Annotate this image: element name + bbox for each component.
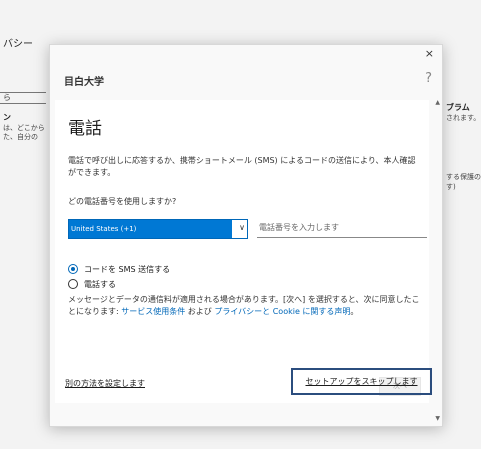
- notice-text: 。: [350, 307, 359, 316]
- data-charges-notice: メッセージとデータの通信料が適用される場合があります。[次へ] を選択すると、次…: [68, 294, 423, 318]
- country-code-select[interactable]: United States (+1) ∨: [68, 219, 248, 239]
- phone-number-input[interactable]: 電話番号を入力します: [257, 219, 427, 238]
- organization-name: 目白大学: [64, 77, 104, 88]
- notice-text: および: [185, 307, 215, 316]
- phone-setup-card: 電話 電話で呼び出しに応答するか、携帯ショートメール (SMS) によるコードの…: [55, 100, 429, 403]
- skip-setup-button[interactable]: セットアップをスキップします: [291, 368, 432, 395]
- radio-unselected-icon: [68, 279, 78, 289]
- chevron-down-icon: ∨: [239, 223, 245, 232]
- radio-selected-icon: [68, 264, 78, 274]
- background-text: されます。: [446, 114, 481, 122]
- mfa-setup-dialog: × 目白大学 ? ▲ ▼ 電話 電話で呼び出しに応答するか、携帯ショートメール …: [49, 44, 443, 427]
- scroll-down-icon[interactable]: ▼: [435, 415, 440, 422]
- close-icon[interactable]: ×: [425, 47, 434, 60]
- description-text: 電話で呼び出しに応答するか、携帯ショートメール (SMS) によるコードの送信に…: [68, 156, 416, 177]
- help-icon[interactable]: ?: [425, 71, 432, 86]
- background-text: ン: [3, 113, 11, 122]
- radio-call-label: 電話する: [84, 280, 116, 289]
- page-title: 電話: [68, 119, 102, 139]
- background-text: た、自分の: [3, 133, 38, 141]
- background-text: ブラム: [446, 103, 470, 112]
- radio-call[interactable]: 電話する: [68, 278, 268, 292]
- radio-sms[interactable]: コードを SMS 送信する: [68, 263, 268, 277]
- background-box-line: [0, 103, 46, 104]
- background-text: す): [446, 183, 456, 191]
- country-code-value: United States (+1): [69, 220, 232, 238]
- alternate-method-link[interactable]: 別の方法を設定します: [65, 378, 145, 389]
- background-box-text: ら: [3, 93, 11, 102]
- phone-question-label: どの電話番号を使用しますか?: [68, 197, 177, 206]
- scroll-up-icon[interactable]: ▲: [435, 99, 440, 106]
- privacy-cookies-link[interactable]: プライバシーと Cookie に関する声明: [214, 307, 350, 316]
- background-heading: バシー: [3, 39, 33, 50]
- background-text: する保護の: [446, 173, 481, 181]
- radio-sms-label: コードを SMS 送信する: [84, 265, 171, 274]
- terms-of-use-link[interactable]: サービス使用条件: [121, 307, 185, 316]
